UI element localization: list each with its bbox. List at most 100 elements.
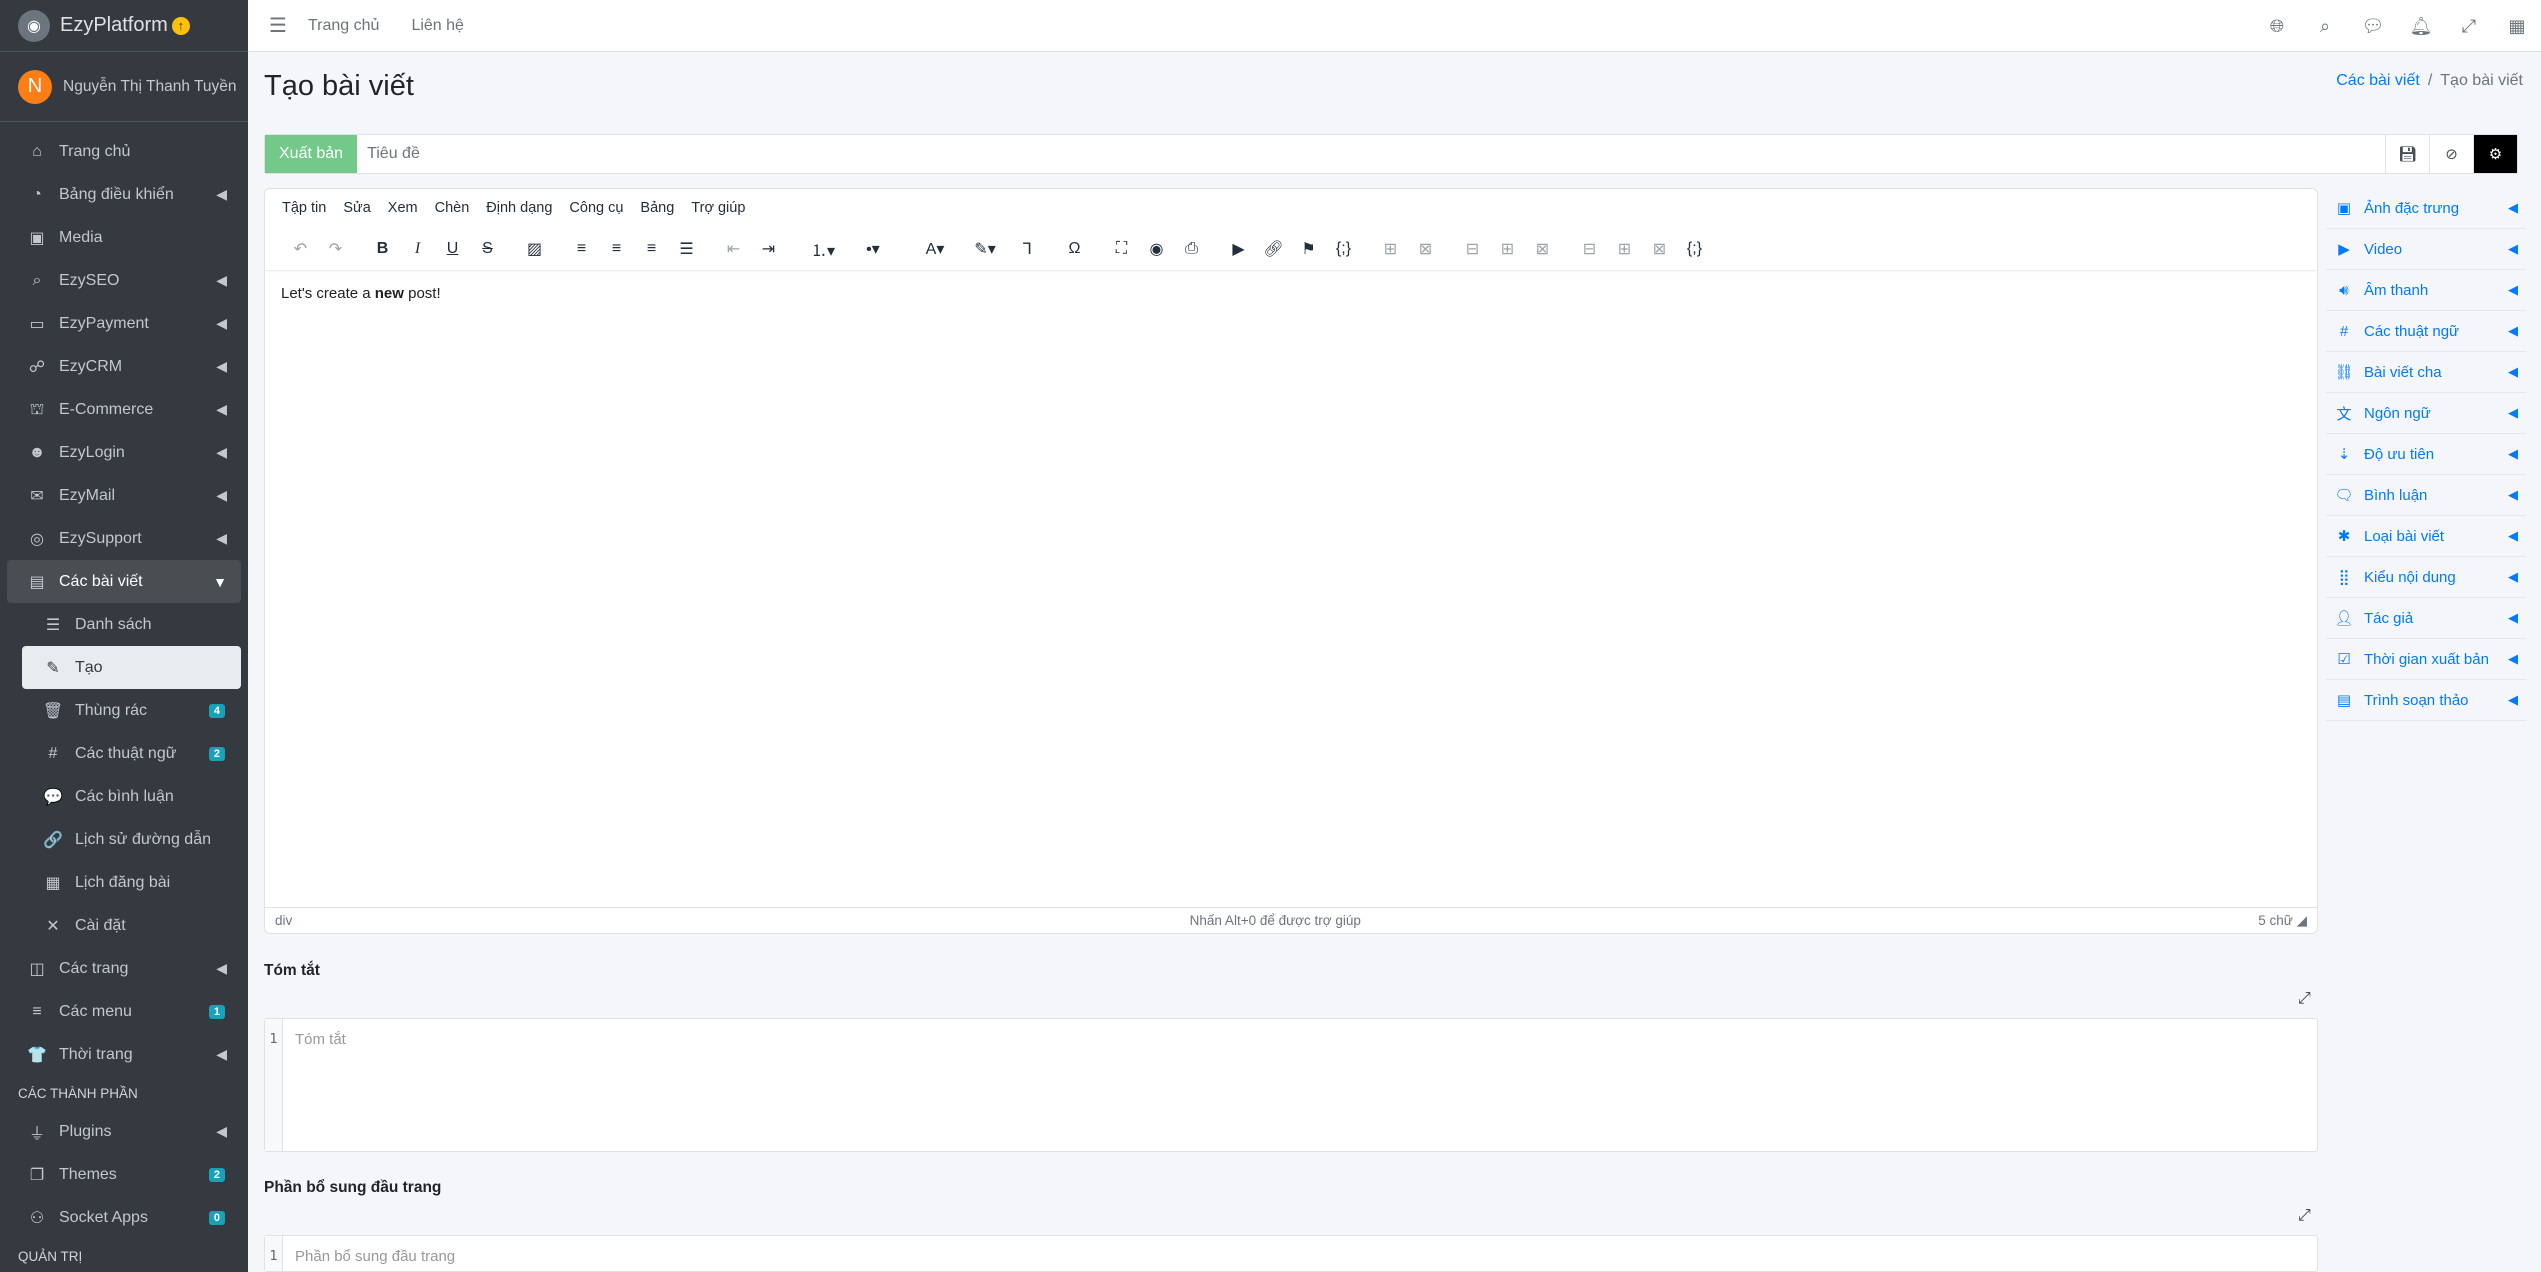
sidebar-item-posts[interactable]: ▤ Các bài viết ▼ — [7, 560, 241, 603]
globe-icon[interactable]: 🌐︎ — [2253, 16, 2301, 37]
sidebar-subitem-list[interactable]: ☰ Danh sách — [7, 603, 241, 646]
eye-slash-icon[interactable]: ⊘ — [2429, 135, 2473, 173]
menu-tools[interactable]: Công cụ — [569, 200, 623, 216]
outdent-icon[interactable]: ⇤ — [716, 234, 751, 264]
menu-format[interactable]: Định dạng — [486, 200, 552, 216]
align-center-icon[interactable]: ≡ — [599, 234, 634, 264]
option-language[interactable]: 文 Ngôn ngữ ◀ — [2326, 393, 2526, 434]
indent-icon[interactable]: ⇥ — [751, 234, 786, 264]
italic-icon[interactable]: I — [400, 234, 435, 264]
sidebar-subitem-create[interactable]: ✎ Tạo — [22, 646, 241, 689]
highlight-color-icon[interactable]: ✎▾ — [960, 234, 1010, 264]
option-audio[interactable]: 🔊︎ Âm thanh ◀ — [2326, 270, 2526, 311]
option-video[interactable]: ▶ Video ◀ — [2326, 229, 2526, 270]
update-icon[interactable]: ↑ — [171, 16, 190, 35]
summary-editor[interactable]: 1 Tóm tắt — [264, 1018, 2318, 1152]
sidebar-item-socket-apps[interactable]: ⚇ Socket Apps 0 — [7, 1196, 241, 1239]
sidebar-item-pages[interactable]: ◫ Các trang ◀ — [7, 947, 241, 990]
option-publish-time[interactable]: ☑ Thời gian xuất bản ◀ — [2326, 639, 2526, 680]
undo-icon[interactable]: ↶ — [283, 234, 318, 264]
sidebar-item-media[interactable]: ▣ Media — [7, 216, 241, 259]
fullscreen-icon[interactable]: ⛶ — [1104, 234, 1139, 264]
special-char-icon[interactable]: Ω — [1057, 234, 1092, 264]
publish-button[interactable]: Xuất bản — [265, 135, 358, 173]
bookmark-icon[interactable]: ⚑ — [1291, 234, 1326, 264]
sidebar-item-plugins[interactable]: ⏚ Plugins ◀ — [7, 1110, 241, 1153]
option-priority[interactable]: ⇣ Độ ưu tiên ◀ — [2326, 434, 2526, 475]
hamburger-menu-icon[interactable]: ☰ — [248, 13, 308, 38]
menu-help[interactable]: Trợ giúp — [691, 200, 745, 216]
menu-edit[interactable]: Sửa — [343, 200, 370, 216]
option-author[interactable]: 👤︎ Tác giả ◀ — [2326, 598, 2526, 639]
bullet-list-icon[interactable]: •▾ — [848, 234, 898, 264]
sidebar-item-fashion[interactable]: 👕 Thời trang ◀ — [7, 1033, 241, 1076]
option-post-type[interactable]: ✱ Loại bài viết ◀ — [2326, 516, 2526, 557]
sidebar-item-ezyseo[interactable]: ⌕ EzySEO ◀ — [7, 259, 241, 302]
option-parent-post[interactable]: ⛓ Bài viết cha ◀ — [2326, 352, 2526, 393]
align-left-icon[interactable]: ≡ — [564, 234, 599, 264]
title-input[interactable] — [357, 136, 2385, 172]
editor-content[interactable]: Let's create a new post! — [265, 271, 2317, 903]
word-count[interactable]: 5 chữ ◢ — [2258, 913, 2307, 929]
comments-icon[interactable]: 💬︎ — [2349, 16, 2397, 37]
sidebar-subitem-link-history[interactable]: 🔗 Lịch sử đường dẫn — [7, 818, 241, 861]
strikethrough-icon[interactable]: S — [470, 234, 505, 264]
sidebar-subitem-settings[interactable]: ✕ Cài đặt — [7, 904, 241, 947]
sidebar-item-ezylogin[interactable]: ☻ EzyLogin ◀ — [7, 431, 241, 474]
delete-table-icon[interactable]: ⊠ — [1408, 234, 1443, 264]
sidebar-subitem-schedule[interactable]: ▦ Lịch đăng bài — [7, 861, 241, 904]
print-icon[interactable]: ⎙ — [1174, 234, 1209, 264]
sidebar-item-home[interactable]: ⌂ Trang chủ — [7, 130, 241, 173]
row-insert-after-icon[interactable]: ⊞ — [1490, 234, 1525, 264]
row-delete-icon[interactable]: ⊠ — [1525, 234, 1560, 264]
link-icon[interactable]: 🔗︎ — [1256, 234, 1291, 264]
menu-insert[interactable]: Chèn — [435, 200, 470, 216]
option-comments[interactable]: 🗨︎ Bình luận ◀ — [2326, 475, 2526, 516]
sidebar-item-menus[interactable]: ≡ Các menu 1 — [7, 990, 241, 1033]
option-featured-image[interactable]: ▣ Ảnh đặc trưng ◀ — [2326, 188, 2526, 229]
option-editor[interactable]: ▤ Trình soạn thảo ◀ — [2326, 680, 2526, 721]
save-icon[interactable]: 💾︎ — [2385, 135, 2429, 173]
insert-image-icon[interactable]: ▨ — [517, 234, 552, 264]
bell-icon[interactable]: 🔔︎ — [2397, 16, 2445, 37]
menu-file[interactable]: Tập tin — [282, 200, 326, 216]
sidebar-item-dashboard[interactable]: ◔ Bảng điều khiển ◀ — [7, 173, 241, 216]
expand-icon[interactable]: ⤢ — [2298, 1207, 2311, 1225]
sidebar-item-ezysupport[interactable]: ◎ EzySupport ◀ — [7, 517, 241, 560]
col-insert-before-icon[interactable]: ⊟ — [1572, 234, 1607, 264]
menu-view[interactable]: Xem — [388, 200, 418, 216]
table-icon[interactable]: ⊞ — [1373, 234, 1408, 264]
text-color-icon[interactable]: A▾ — [910, 234, 960, 264]
sidebar-item-ezycrm[interactable]: ☍ EzyCRM ◀ — [7, 345, 241, 388]
redo-icon[interactable]: ↷ — [318, 234, 353, 264]
col-delete-icon[interactable]: ⊠ — [1642, 234, 1677, 264]
sidebar-subitem-trash[interactable]: 🗑 Thùng rác 4 — [7, 689, 241, 732]
top-link-contact[interactable]: Liên hệ — [411, 17, 464, 35]
apps-grid-icon[interactable]: ▦ — [2493, 16, 2541, 37]
col-insert-after-icon[interactable]: ⊞ — [1607, 234, 1642, 264]
header-extra-editor[interactable]: 1 Phần bổ sung đầu trang — [264, 1235, 2318, 1272]
sidebar-item-ezymail[interactable]: ✉ EzyMail ◀ — [7, 474, 241, 517]
option-content-type[interactable]: ⣿ Kiểu nội dung ◀ — [2326, 557, 2526, 598]
sidebar-item-ezypayment[interactable]: ▭ EzyPayment ◀ — [7, 302, 241, 345]
gear-icon[interactable]: ⚙ — [2473, 135, 2517, 173]
clear-format-icon[interactable]: Ꞁ — [1010, 234, 1045, 264]
user-panel[interactable]: N Nguyễn Thị Thanh Tuyền — [0, 52, 248, 122]
option-terms[interactable]: # Các thuật ngữ ◀ — [2326, 311, 2526, 352]
search-icon[interactable]: ⌕ — [2301, 16, 2349, 37]
numbered-list-icon[interactable]: ⒈▾ — [798, 234, 848, 264]
sidebar-subitem-terms[interactable]: # Các thuật ngữ 2 — [7, 732, 241, 775]
bold-icon[interactable]: B — [365, 234, 400, 264]
menu-table[interactable]: Bảng — [640, 200, 674, 216]
preview-icon[interactable]: ◉ — [1139, 234, 1174, 264]
code-sample-icon[interactable]: {;} — [1326, 234, 1361, 264]
row-insert-before-icon[interactable]: ⊟ — [1455, 234, 1490, 264]
underline-icon[interactable]: U — [435, 234, 470, 264]
expand-icon[interactable]: ⤢ — [2298, 990, 2311, 1008]
brand[interactable]: ◉ EzyPlatform ↑ — [0, 0, 248, 52]
code-icon[interactable]: {;} — [1677, 234, 1712, 264]
sidebar-item-ecommerce[interactable]: ⛫ E-Commerce ◀ — [7, 388, 241, 431]
fullscreen-icon[interactable]: ⤢ — [2445, 16, 2493, 37]
align-justify-icon[interactable]: ☰ — [669, 234, 704, 264]
resize-handle-icon[interactable]: ◢ — [2297, 913, 2307, 928]
